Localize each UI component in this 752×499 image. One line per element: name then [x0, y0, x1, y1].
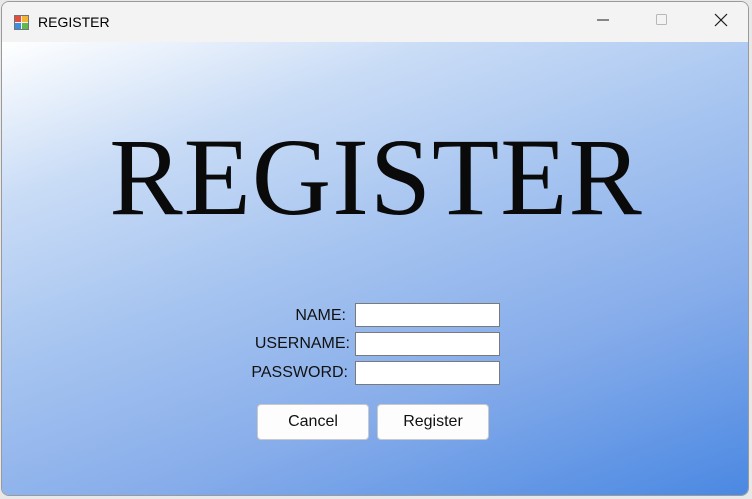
window-title: REGISTER: [38, 14, 110, 30]
name-input[interactable]: [355, 303, 500, 327]
minimize-icon: [597, 13, 609, 31]
app-icon: [14, 14, 30, 30]
form-client-area: REGISTER NAME: USERNAME: PASSWORD: Cance…: [2, 42, 748, 495]
maximize-icon: [656, 13, 668, 31]
name-label: NAME:: [295, 307, 346, 324]
password-label: PASSWORD:: [251, 364, 348, 381]
register-window: REGISTER REGISTER NAME: USERNAME: PASSWO…: [1, 1, 749, 496]
password-input[interactable]: [355, 361, 500, 385]
minimize-button[interactable]: [574, 2, 632, 42]
close-icon: [714, 13, 728, 32]
page-title: REGISTER: [109, 116, 643, 238]
username-input[interactable]: [355, 332, 500, 356]
close-button[interactable]: [692, 2, 748, 42]
cancel-button[interactable]: Cancel: [257, 404, 369, 440]
maximize-button[interactable]: [633, 2, 691, 42]
register-button[interactable]: Register: [377, 404, 489, 440]
username-label: USERNAME:: [254, 335, 350, 352]
title-bar[interactable]: REGISTER: [2, 2, 748, 42]
